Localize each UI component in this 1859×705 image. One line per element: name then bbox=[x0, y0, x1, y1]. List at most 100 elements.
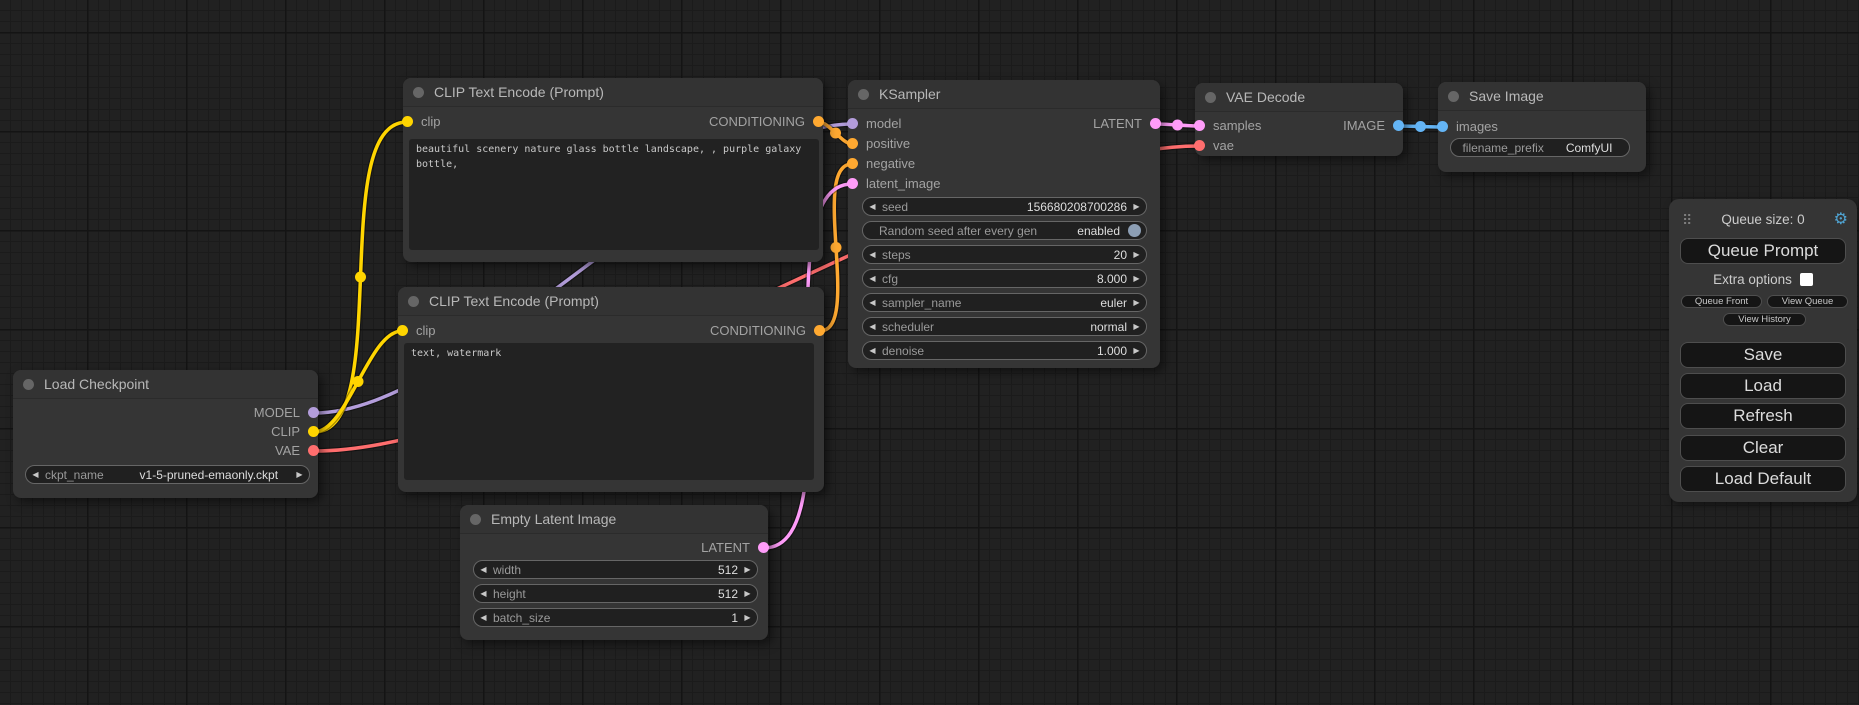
widget-steps[interactable]: ◀ steps 20 ▶ bbox=[862, 245, 1147, 264]
clip-output-port[interactable] bbox=[308, 426, 319, 437]
comfyui-canvas[interactable]: { "colors": { "model": "#B39DDB", "clip"… bbox=[0, 0, 1859, 705]
widget-value: 156680208700286 bbox=[1027, 200, 1127, 214]
collapse-dot[interactable] bbox=[1205, 92, 1216, 103]
widget-label: steps bbox=[882, 248, 1114, 262]
widget-label: height bbox=[493, 587, 718, 601]
prev-arrow-icon[interactable]: ◀ bbox=[863, 294, 882, 311]
load-button[interactable]: Load bbox=[1680, 373, 1846, 399]
node-save-image[interactable]: Save Image images filename_prefix ComfyU… bbox=[1438, 82, 1646, 172]
next-arrow-icon[interactable]: ▶ bbox=[1127, 318, 1146, 335]
widget-seed[interactable]: ◀ seed 156680208700286 ▶ bbox=[862, 197, 1147, 216]
collapse-dot[interactable] bbox=[858, 89, 869, 100]
widget-batch-size[interactable]: ◀ batch_size 1 ▶ bbox=[473, 608, 758, 627]
view-queue-button[interactable]: View Queue bbox=[1767, 295, 1848, 308]
latent-output-port[interactable] bbox=[758, 542, 769, 553]
conditioning-output-port[interactable] bbox=[813, 116, 824, 127]
settings-gear-icon[interactable]: ⚙ bbox=[1834, 211, 1848, 229]
widget-sampler-name[interactable]: ◀ sampler_name euler ▶ bbox=[862, 293, 1147, 312]
model-input-port[interactable] bbox=[847, 118, 858, 129]
next-arrow-icon[interactable]: ▶ bbox=[1127, 294, 1146, 311]
queue-front-button[interactable]: Queue Front bbox=[1681, 295, 1762, 308]
node-clip-text-encode-positive[interactable]: CLIP Text Encode (Prompt) clip CONDITION… bbox=[403, 78, 823, 262]
prompt-textarea[interactable]: beautiful scenery nature glass bottle la… bbox=[409, 139, 819, 250]
decrement-arrow-icon[interactable]: ◀ bbox=[863, 270, 882, 287]
link-midpoint-dot[interactable] bbox=[1415, 121, 1426, 132]
increment-arrow-icon[interactable]: ▶ bbox=[738, 585, 757, 602]
increment-arrow-icon[interactable]: ▶ bbox=[738, 609, 757, 626]
drag-handle-icon[interactable]: ⠿ bbox=[1682, 212, 1692, 228]
samples-input-port[interactable] bbox=[1194, 120, 1205, 131]
decrement-arrow-icon[interactable]: ◀ bbox=[474, 585, 493, 602]
node-title: KSampler bbox=[879, 86, 940, 102]
collapse-dot[interactable] bbox=[408, 296, 419, 307]
decrement-arrow-icon[interactable]: ◀ bbox=[474, 609, 493, 626]
image-output-port[interactable] bbox=[1393, 120, 1404, 131]
widget-ckpt-name[interactable]: ◀ ckpt_name v1-5-pruned-emaonly.ckpt ▶ bbox=[25, 465, 310, 484]
latent-output-port[interactable] bbox=[1150, 118, 1161, 129]
save-button[interactable]: Save bbox=[1680, 342, 1846, 368]
node-clip-text-encode-negative[interactable]: CLIP Text Encode (Prompt) clip CONDITION… bbox=[398, 287, 824, 492]
node-title-bar[interactable]: Empty Latent Image bbox=[460, 505, 768, 534]
decrement-arrow-icon[interactable]: ◀ bbox=[863, 246, 882, 263]
link-midpoint-dot[interactable] bbox=[830, 128, 841, 139]
increment-arrow-icon[interactable]: ▶ bbox=[1127, 342, 1146, 359]
output-label: LATENT bbox=[701, 540, 750, 555]
link-midpoint-dot[interactable] bbox=[353, 376, 364, 387]
collapse-dot[interactable] bbox=[23, 379, 34, 390]
link-midpoint-dot[interactable] bbox=[831, 242, 842, 253]
widget-filename-prefix[interactable]: filename_prefix ComfyUI bbox=[1450, 138, 1630, 157]
prev-arrow-icon[interactable]: ◀ bbox=[26, 466, 45, 483]
decrement-arrow-icon[interactable]: ◀ bbox=[474, 561, 493, 578]
clip-input-port[interactable] bbox=[397, 325, 408, 336]
toggle-indicator[interactable] bbox=[1128, 224, 1141, 237]
widget-width[interactable]: ◀ width 512 ▶ bbox=[473, 560, 758, 579]
node-title-bar[interactable]: Load Checkpoint bbox=[13, 370, 318, 399]
queue-prompt-button[interactable]: Queue Prompt bbox=[1680, 238, 1846, 264]
vae-input-port[interactable] bbox=[1194, 140, 1205, 151]
widget-scheduler[interactable]: ◀ scheduler normal ▶ bbox=[862, 317, 1147, 336]
widget-height[interactable]: ◀ height 512 ▶ bbox=[473, 584, 758, 603]
vae-output-port[interactable] bbox=[308, 445, 319, 456]
prev-arrow-icon[interactable]: ◀ bbox=[863, 318, 882, 335]
link-midpoint-dot[interactable] bbox=[1172, 120, 1183, 131]
prompt-textarea[interactable]: text, watermark bbox=[404, 343, 814, 480]
decrement-arrow-icon[interactable]: ◀ bbox=[863, 198, 882, 215]
node-empty-latent-image[interactable]: Empty Latent Image LATENT ◀ width 512 ▶ … bbox=[460, 505, 768, 640]
collapse-dot[interactable] bbox=[1448, 91, 1459, 102]
positive-input-port[interactable] bbox=[847, 138, 858, 149]
increment-arrow-icon[interactable]: ▶ bbox=[1127, 270, 1146, 287]
output-label: CONDITIONING bbox=[709, 114, 805, 129]
clear-button[interactable]: Clear bbox=[1680, 435, 1846, 461]
node-title-bar[interactable]: VAE Decode bbox=[1195, 83, 1403, 112]
widget-label: cfg bbox=[882, 272, 1097, 286]
widget-denoise[interactable]: ◀ denoise 1.000 ▶ bbox=[862, 341, 1147, 360]
increment-arrow-icon[interactable]: ▶ bbox=[738, 561, 757, 578]
node-load-checkpoint[interactable]: Load Checkpoint MODEL CLIP VAE ◀ ckpt_na… bbox=[13, 370, 318, 498]
negative-input-port[interactable] bbox=[847, 158, 858, 169]
collapse-dot[interactable] bbox=[470, 514, 481, 525]
node-title-bar[interactable]: CLIP Text Encode (Prompt) bbox=[403, 78, 823, 107]
clip-input-port[interactable] bbox=[402, 116, 413, 127]
latent-input-port[interactable] bbox=[847, 178, 858, 189]
node-vae-decode[interactable]: VAE Decode samples vae IMAGE bbox=[1195, 83, 1403, 156]
increment-arrow-icon[interactable]: ▶ bbox=[1127, 246, 1146, 263]
node-title-bar[interactable]: CLIP Text Encode (Prompt) bbox=[398, 287, 824, 316]
view-history-button[interactable]: View History bbox=[1723, 313, 1806, 326]
node-title-bar[interactable]: Save Image bbox=[1438, 82, 1646, 111]
node-ksampler[interactable]: KSampler model positive negative latent_… bbox=[848, 80, 1160, 368]
node-title-bar[interactable]: KSampler bbox=[848, 80, 1160, 109]
conditioning-output-port[interactable] bbox=[814, 325, 825, 336]
increment-arrow-icon[interactable]: ▶ bbox=[1127, 198, 1146, 215]
model-output-port[interactable] bbox=[308, 407, 319, 418]
widget-cfg[interactable]: ◀ cfg 8.000 ▶ bbox=[862, 269, 1147, 288]
decrement-arrow-icon[interactable]: ◀ bbox=[863, 342, 882, 359]
input-label: clip bbox=[421, 114, 441, 129]
widget-random-seed[interactable]: Random seed after every gen enabled bbox=[862, 221, 1147, 240]
link-midpoint-dot[interactable] bbox=[355, 272, 366, 283]
collapse-dot[interactable] bbox=[413, 87, 424, 98]
refresh-button[interactable]: Refresh bbox=[1680, 403, 1846, 429]
next-arrow-icon[interactable]: ▶ bbox=[290, 466, 309, 483]
load-default-button[interactable]: Load Default bbox=[1680, 466, 1846, 492]
images-input-port[interactable] bbox=[1437, 121, 1448, 132]
extra-options-checkbox[interactable] bbox=[1800, 273, 1813, 286]
